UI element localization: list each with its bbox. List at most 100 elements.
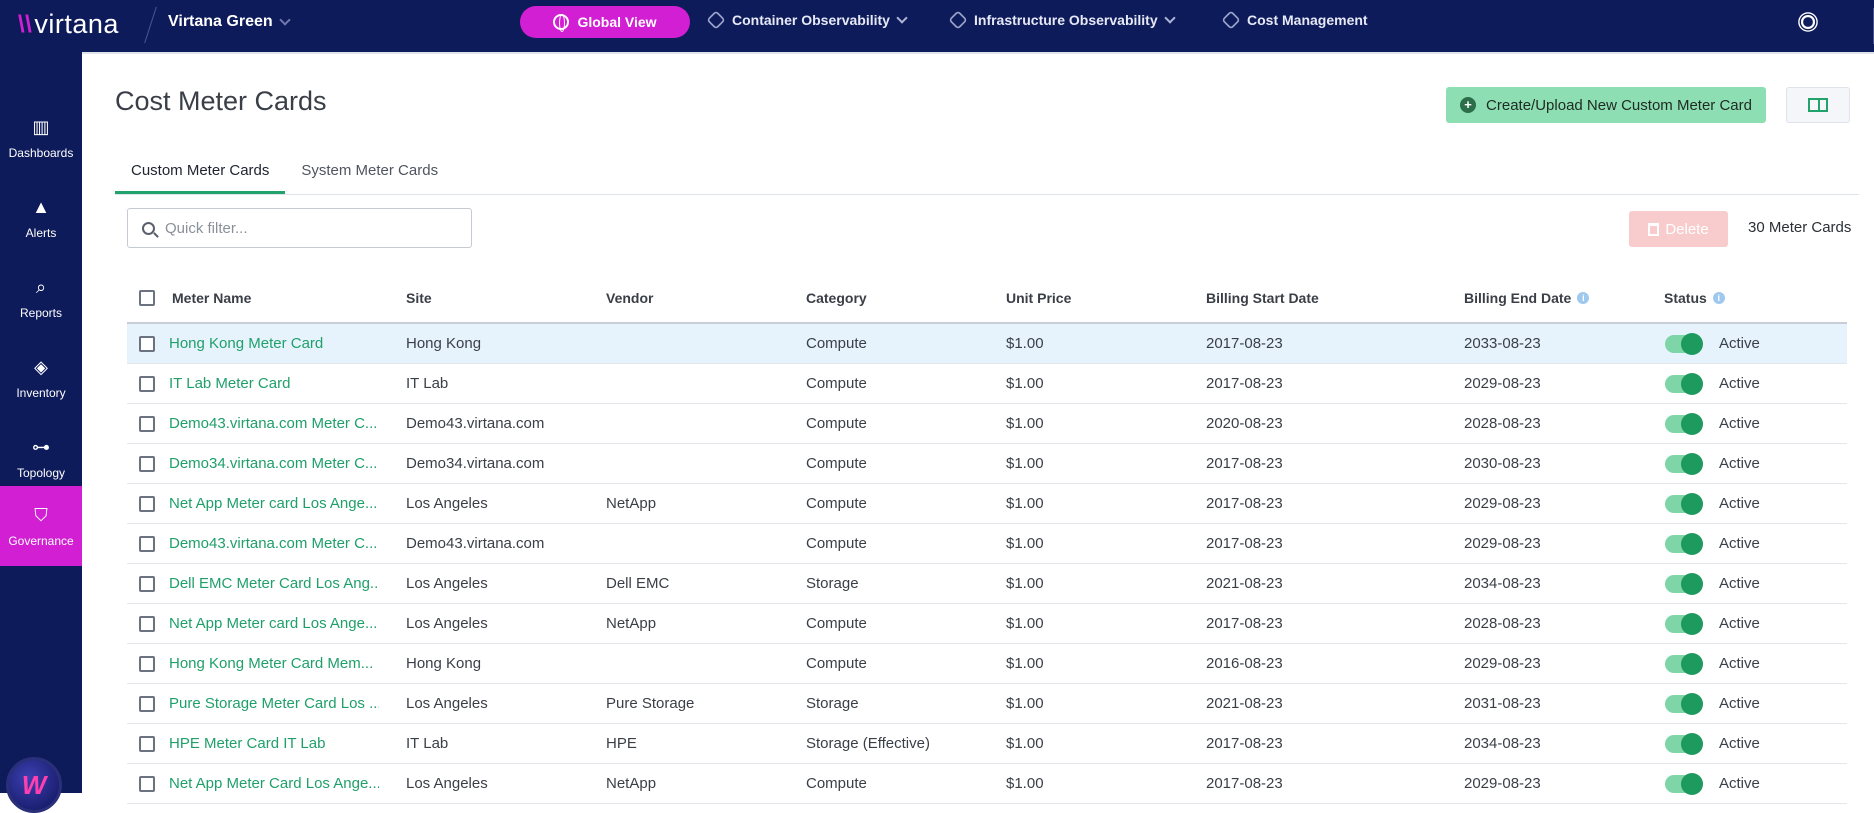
nav-cost-management[interactable]: Cost Management	[1221, 10, 1368, 30]
sidebar-item-inventory[interactable]: ◈ Inventory	[0, 339, 82, 417]
meter-name-link[interactable]: Net App Meter card Los Ange...	[169, 604, 379, 644]
divider	[115, 194, 1859, 195]
table-row[interactable]: Demo43.virtana.com Meter C... Demo43.virt…	[127, 524, 1847, 564]
vendor-cell: Pure Storage	[606, 695, 695, 712]
row-checkbox[interactable]	[139, 656, 155, 672]
column-header-meter-name[interactable]: Meter Name	[172, 272, 251, 324]
status-toggle[interactable]	[1665, 533, 1703, 555]
row-checkbox[interactable]	[139, 376, 155, 392]
row-checkbox[interactable]	[139, 416, 155, 432]
nav-container-observability[interactable]: Container Observability	[706, 10, 908, 30]
column-header-status[interactable]: Status i	[1664, 272, 1725, 324]
meter-name-link[interactable]: IT Lab Meter Card	[169, 364, 379, 404]
billing-end-cell: 2033-08-23	[1464, 335, 1541, 352]
tab-system-meter-cards[interactable]: System Meter Cards	[285, 158, 454, 194]
row-checkbox[interactable]	[139, 496, 155, 512]
row-checkbox[interactable]	[139, 616, 155, 632]
meter-cards-table: Meter Name Site Vendor Category Unit Pri…	[127, 272, 1847, 804]
unit-price-cell: $1.00	[1006, 375, 1044, 392]
column-header-site[interactable]: Site	[406, 272, 432, 324]
info-icon[interactable]: i	[1577, 292, 1590, 304]
billing-end-cell: 2029-08-23	[1464, 375, 1541, 392]
status-toggle[interactable]	[1665, 333, 1703, 355]
column-header-category[interactable]: Category	[806, 272, 867, 324]
site-cell: IT Lab	[406, 375, 449, 392]
table-row[interactable]: Net App Meter Card Los Ange... Los Angele…	[127, 764, 1847, 804]
sidebar-item-alerts[interactable]: ▲ Alerts	[0, 179, 82, 257]
column-header-billing-end-date[interactable]: Billing End Date i	[1464, 272, 1590, 324]
column-header-billing-start-date[interactable]: Billing Start Date	[1206, 272, 1319, 324]
meter-name-link[interactable]: Demo43.virtana.com Meter C...	[169, 404, 379, 444]
status-toggle[interactable]	[1665, 493, 1703, 515]
settings-gear-icon[interactable]	[1801, 15, 1815, 29]
status-toggle[interactable]	[1665, 693, 1703, 715]
table-row[interactable]: Pure Storage Meter Card Los ... Los Angel…	[127, 684, 1847, 724]
sidebar-item-dashboards[interactable]: ▥ Dashboards	[0, 99, 82, 177]
row-checkbox[interactable]	[139, 536, 155, 552]
info-icon[interactable]: i	[1712, 292, 1725, 304]
table-row[interactable]: Dell EMC Meter Card Los Ang... Los Angele…	[127, 564, 1847, 604]
status-cell: Active	[1719, 495, 1760, 512]
column-header-unit-price[interactable]: Unit Price	[1006, 272, 1071, 324]
meter-name-link[interactable]: Net App Meter card Los Ange...	[169, 484, 379, 524]
row-checkbox[interactable]	[139, 456, 155, 472]
nav-label: Cost Management	[1247, 12, 1368, 28]
vendor-cell: NetApp	[606, 495, 657, 512]
status-toggle[interactable]	[1665, 413, 1703, 435]
status-toggle[interactable]	[1665, 373, 1703, 395]
delete-button[interactable]: Delete	[1629, 211, 1728, 247]
virtana-logo[interactable]: \\ virtana	[18, 9, 119, 40]
meter-name-link[interactable]: Net App Meter Card Los Ange...	[169, 764, 379, 804]
tenant-name: Virtana Green	[168, 13, 273, 30]
status-toggle[interactable]	[1665, 653, 1703, 675]
table-row[interactable]: Net App Meter card Los Ange... Los Angele…	[127, 604, 1847, 644]
sidebar-item-reports[interactable]: ⌕ Reports	[0, 259, 82, 337]
logo-text: virtana	[34, 9, 119, 39]
container-icon	[706, 10, 726, 30]
row-checkbox[interactable]	[139, 776, 155, 792]
tab-custom-meter-cards[interactable]: Custom Meter Cards	[115, 158, 286, 194]
quick-filter-input[interactable]	[165, 219, 455, 237]
divider	[82, 52, 1874, 54]
user-avatar[interactable]: W	[6, 757, 62, 813]
meter-name-link[interactable]: Demo34.virtana.com Meter C...	[169, 444, 379, 484]
unit-price-cell: $1.00	[1006, 775, 1044, 792]
row-checkbox[interactable]	[139, 696, 155, 712]
site-cell: Los Angeles	[406, 575, 488, 592]
status-toggle[interactable]	[1665, 773, 1703, 795]
toggle-panel-button[interactable]	[1786, 87, 1850, 123]
status-toggle[interactable]	[1665, 453, 1703, 475]
table-row[interactable]: HPE Meter Card IT Lab IT Lab HPE Storage (E…	[127, 724, 1847, 764]
table-row[interactable]: Demo43.virtana.com Meter C... Demo43.virt…	[127, 404, 1847, 444]
quick-filter[interactable]	[127, 208, 472, 248]
column-header-vendor[interactable]: Vendor	[606, 272, 653, 324]
status-toggle[interactable]	[1665, 573, 1703, 595]
meter-name-link[interactable]: Hong Kong Meter Card	[169, 324, 379, 364]
site-cell: Los Angeles	[406, 615, 488, 632]
tenant-selector[interactable]: Virtana Green	[168, 13, 291, 31]
chevron-down-icon	[1163, 12, 1176, 24]
create-meter-card-button[interactable]: + Create/Upload New Custom Meter Card	[1446, 87, 1766, 123]
meter-name-link[interactable]: Demo43.virtana.com Meter C...	[169, 524, 379, 564]
row-checkbox[interactable]	[139, 736, 155, 752]
row-checkbox[interactable]	[139, 336, 155, 352]
meter-name-link[interactable]: Pure Storage Meter Card Los ...	[169, 684, 379, 724]
table-row[interactable]: Hong Kong Meter Card Hong Kong Compute $1.0…	[127, 324, 1847, 364]
sidebar-item-governance[interactable]: ⛉ Governance	[0, 486, 82, 566]
nav-infrastructure-observability[interactable]: Infrastructure Observability	[948, 10, 1176, 30]
meter-name-link[interactable]: Hong Kong Meter Card Mem...	[169, 644, 379, 684]
select-all-checkbox[interactable]	[139, 290, 155, 306]
sidebar-item-label: Dashboards	[8, 146, 74, 160]
column-label: Vendor	[606, 290, 654, 306]
row-checkbox[interactable]	[139, 576, 155, 592]
meter-name-link[interactable]: Dell EMC Meter Card Los Ang...	[169, 564, 379, 604]
table-row[interactable]: Hong Kong Meter Card Mem... Hong Kong Comp…	[127, 644, 1847, 684]
status-toggle[interactable]	[1665, 613, 1703, 635]
global-view-button[interactable]: Global View	[520, 6, 690, 38]
meter-name-link[interactable]: HPE Meter Card IT Lab	[169, 724, 379, 764]
table-row[interactable]: Net App Meter card Los Ange... Los Angele…	[127, 484, 1847, 524]
table-row[interactable]: Demo34.virtana.com Meter C... Demo34.virt…	[127, 444, 1847, 484]
column-label: Meter Name	[172, 290, 252, 306]
table-row[interactable]: IT Lab Meter Card IT Lab Compute $1.00 2017-…	[127, 364, 1847, 404]
status-toggle[interactable]	[1665, 733, 1703, 755]
